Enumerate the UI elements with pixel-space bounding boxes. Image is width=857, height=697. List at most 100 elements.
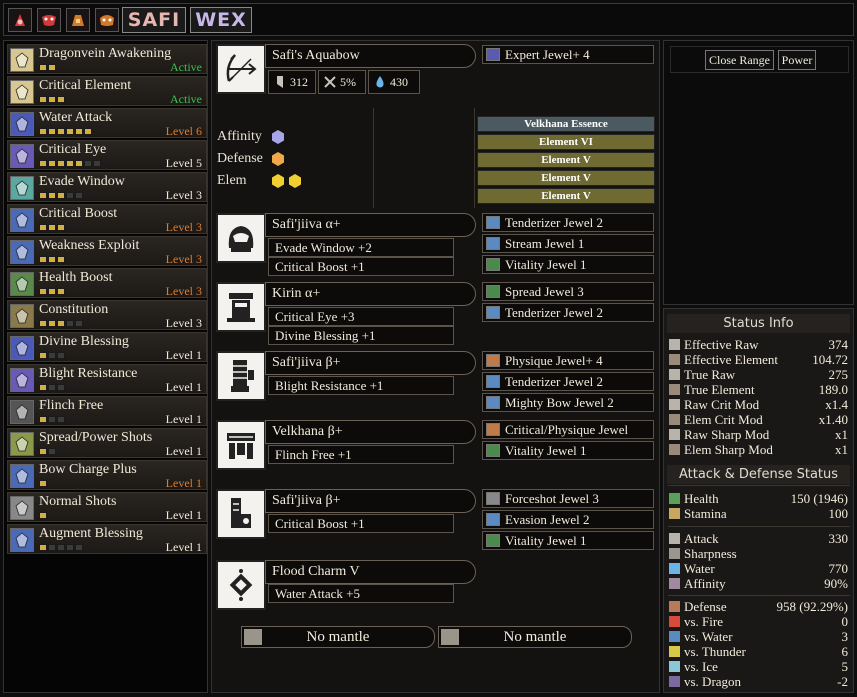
helm-icon[interactable] (216, 213, 266, 263)
jewel-slot[interactable]: Critical/Physique Jewel (482, 420, 654, 439)
jewel-name: Critical/Physique Jewel (505, 422, 629, 437)
armor-name[interactable]: Kirin α+ (265, 282, 476, 306)
offense-row: Water 770 (668, 561, 850, 576)
skill-row[interactable]: Normal Shots Level 1 (7, 492, 207, 522)
jewel-slot[interactable]: Tenderizer Jewel 2 (482, 372, 654, 391)
weapon-attack-stat: 312 (268, 70, 316, 94)
skill-pip (39, 544, 47, 551)
armor-name[interactable]: Safi'jiiva β+ (265, 489, 476, 513)
jewel-slot[interactable]: Forceshot Jewel 3 (482, 489, 654, 508)
augment-row[interactable]: Element V (477, 188, 655, 204)
armor-name[interactable]: Safi'jiiva α+ (265, 213, 476, 237)
jewel-icon (486, 237, 500, 250)
stat-value: 104.72 (812, 352, 848, 367)
jewel-slot[interactable]: Vitality Jewel 1 (482, 441, 654, 460)
jewel-slot[interactable]: Stream Jewel 1 (482, 234, 654, 253)
stat-icon (669, 578, 680, 589)
stat-icon (669, 563, 680, 574)
skill-pip (57, 416, 65, 423)
armor-set-icon-4[interactable] (95, 8, 119, 32)
skill-gem-icon (10, 336, 34, 360)
skill-pip (39, 448, 47, 455)
waist-icon[interactable] (216, 420, 266, 470)
weapon-affinity-value: 5% (340, 74, 356, 89)
jewel-name: Tenderizer Jewel 2 (505, 374, 603, 389)
skill-row[interactable]: Weakness Exploit Level 3 (7, 236, 207, 266)
charm-name[interactable]: Flood Charm V (265, 560, 476, 584)
armor-name[interactable]: Safi'jiiva β+ (265, 351, 476, 375)
armor-set-icon-3[interactable] (66, 8, 90, 32)
jewel-slot[interactable]: Tenderizer Jewel 2 (482, 303, 654, 322)
skill-row[interactable]: Divine Blessing Level 1 (7, 332, 207, 362)
skill-row[interactable]: Augment Blessing Level 1 (7, 524, 207, 554)
jewel-name: Vitality Jewel 1 (505, 533, 587, 548)
skill-pip (48, 224, 56, 231)
stat-label: Raw Crit Mod (684, 397, 760, 412)
skill-gem-icon (10, 80, 34, 104)
set-safi-button[interactable]: SAFI (122, 7, 186, 33)
stat-icon (669, 548, 680, 559)
skill-row[interactable]: Evade Window Level 3 (7, 172, 207, 202)
stat-label: Elem Crit Mod (684, 412, 763, 427)
jewel-slot[interactable]: Spread Jewel 3 (482, 282, 654, 301)
skill-level: Level 3 (165, 188, 202, 202)
jewel-slot[interactable]: Mighty Bow Jewel 2 (482, 393, 654, 412)
jewel-slot[interactable]: Vitality Jewel 1 (482, 255, 654, 274)
jewel-slot[interactable]: Evasion Jewel 2 (482, 510, 654, 529)
skill-row[interactable]: Spread/Power Shots Level 1 (7, 428, 207, 458)
stat-label: vs. Dragon (684, 674, 742, 689)
augment-row[interactable]: Element V (477, 170, 655, 186)
augment-row[interactable]: Element VI (477, 134, 655, 150)
skill-row[interactable]: Dragonvein Awakening Active (7, 44, 207, 74)
armor-set-icon-1[interactable] (8, 8, 32, 32)
skill-row[interactable]: Health Boost Level 3 (7, 268, 207, 298)
power-button[interactable]: Power (778, 50, 816, 70)
jewel-slot[interactable]: Tenderizer Jewel 2 (482, 213, 654, 232)
skill-name: Normal Shots (39, 494, 117, 509)
skill-level: Active (170, 60, 202, 74)
arm-icon[interactable] (216, 351, 266, 401)
close-range-button[interactable]: Close Range (705, 50, 774, 70)
skill-pip (75, 192, 83, 199)
affinity-label: Affinity (217, 129, 262, 144)
weapon-element-stat: 430 (368, 70, 420, 94)
armor-name[interactable]: Velkhana β+ (265, 420, 476, 444)
leg-icon[interactable] (216, 489, 266, 539)
skill-row[interactable]: Blight Resistance Level 1 (7, 364, 207, 394)
skill-level-pips (39, 352, 65, 359)
mantle-slot-2[interactable]: No mantle (438, 626, 632, 648)
skill-row[interactable]: Critical Element Active (7, 76, 207, 106)
skill-row[interactable]: Bow Charge Plus Level 1 (7, 460, 207, 490)
jewel-name: Mighty Bow Jewel 2 (505, 395, 614, 410)
skill-pip (48, 416, 56, 423)
skill-row[interactable]: Critical Eye Level 5 (7, 140, 207, 170)
jewel-slot[interactable]: Vitality Jewel 1 (482, 531, 654, 550)
bow-weapon-icon[interactable] (216, 44, 266, 94)
skill-row[interactable]: Critical Boost Level 3 (7, 204, 207, 234)
skill-row[interactable]: Flinch Free Level 1 (7, 396, 207, 426)
jewel-slot[interactable]: Physique Jewel+ 4 (482, 351, 654, 370)
augment-header[interactable]: Velkhana Essence (477, 116, 655, 132)
set-wex-button[interactable]: WEX (190, 7, 252, 33)
skill-name: Critical Boost (39, 206, 118, 221)
defense-row: vs. Dragon -2 (668, 674, 850, 689)
skill-pip (84, 160, 92, 167)
skill-pip (39, 288, 47, 295)
divider (668, 595, 850, 596)
chest-icon[interactable] (216, 282, 266, 332)
status-row: Raw Sharp Mod x1 (668, 427, 850, 442)
skill-row[interactable]: Water Attack Level 6 (7, 108, 207, 138)
augment-row[interactable]: Element V (477, 152, 655, 168)
charm-icon[interactable] (216, 560, 266, 610)
skill-row[interactable]: Constitution Level 3 (7, 300, 207, 330)
stat-label: vs. Water (684, 629, 733, 644)
mantle-slot-1[interactable]: No mantle (241, 626, 435, 648)
skill-gem-icon (10, 208, 34, 232)
weapon-name[interactable]: Safi's Aquabow (265, 44, 476, 68)
weapon-jewel-slot[interactable]: Expert Jewel+ 4 (482, 45, 654, 64)
charm-skill: Water Attack +5 (268, 584, 454, 603)
armor-set-icon-2[interactable] (37, 8, 61, 32)
skill-pip (75, 160, 83, 167)
skill-pip (84, 128, 92, 135)
stat-value: 150 (1946) (790, 491, 848, 506)
